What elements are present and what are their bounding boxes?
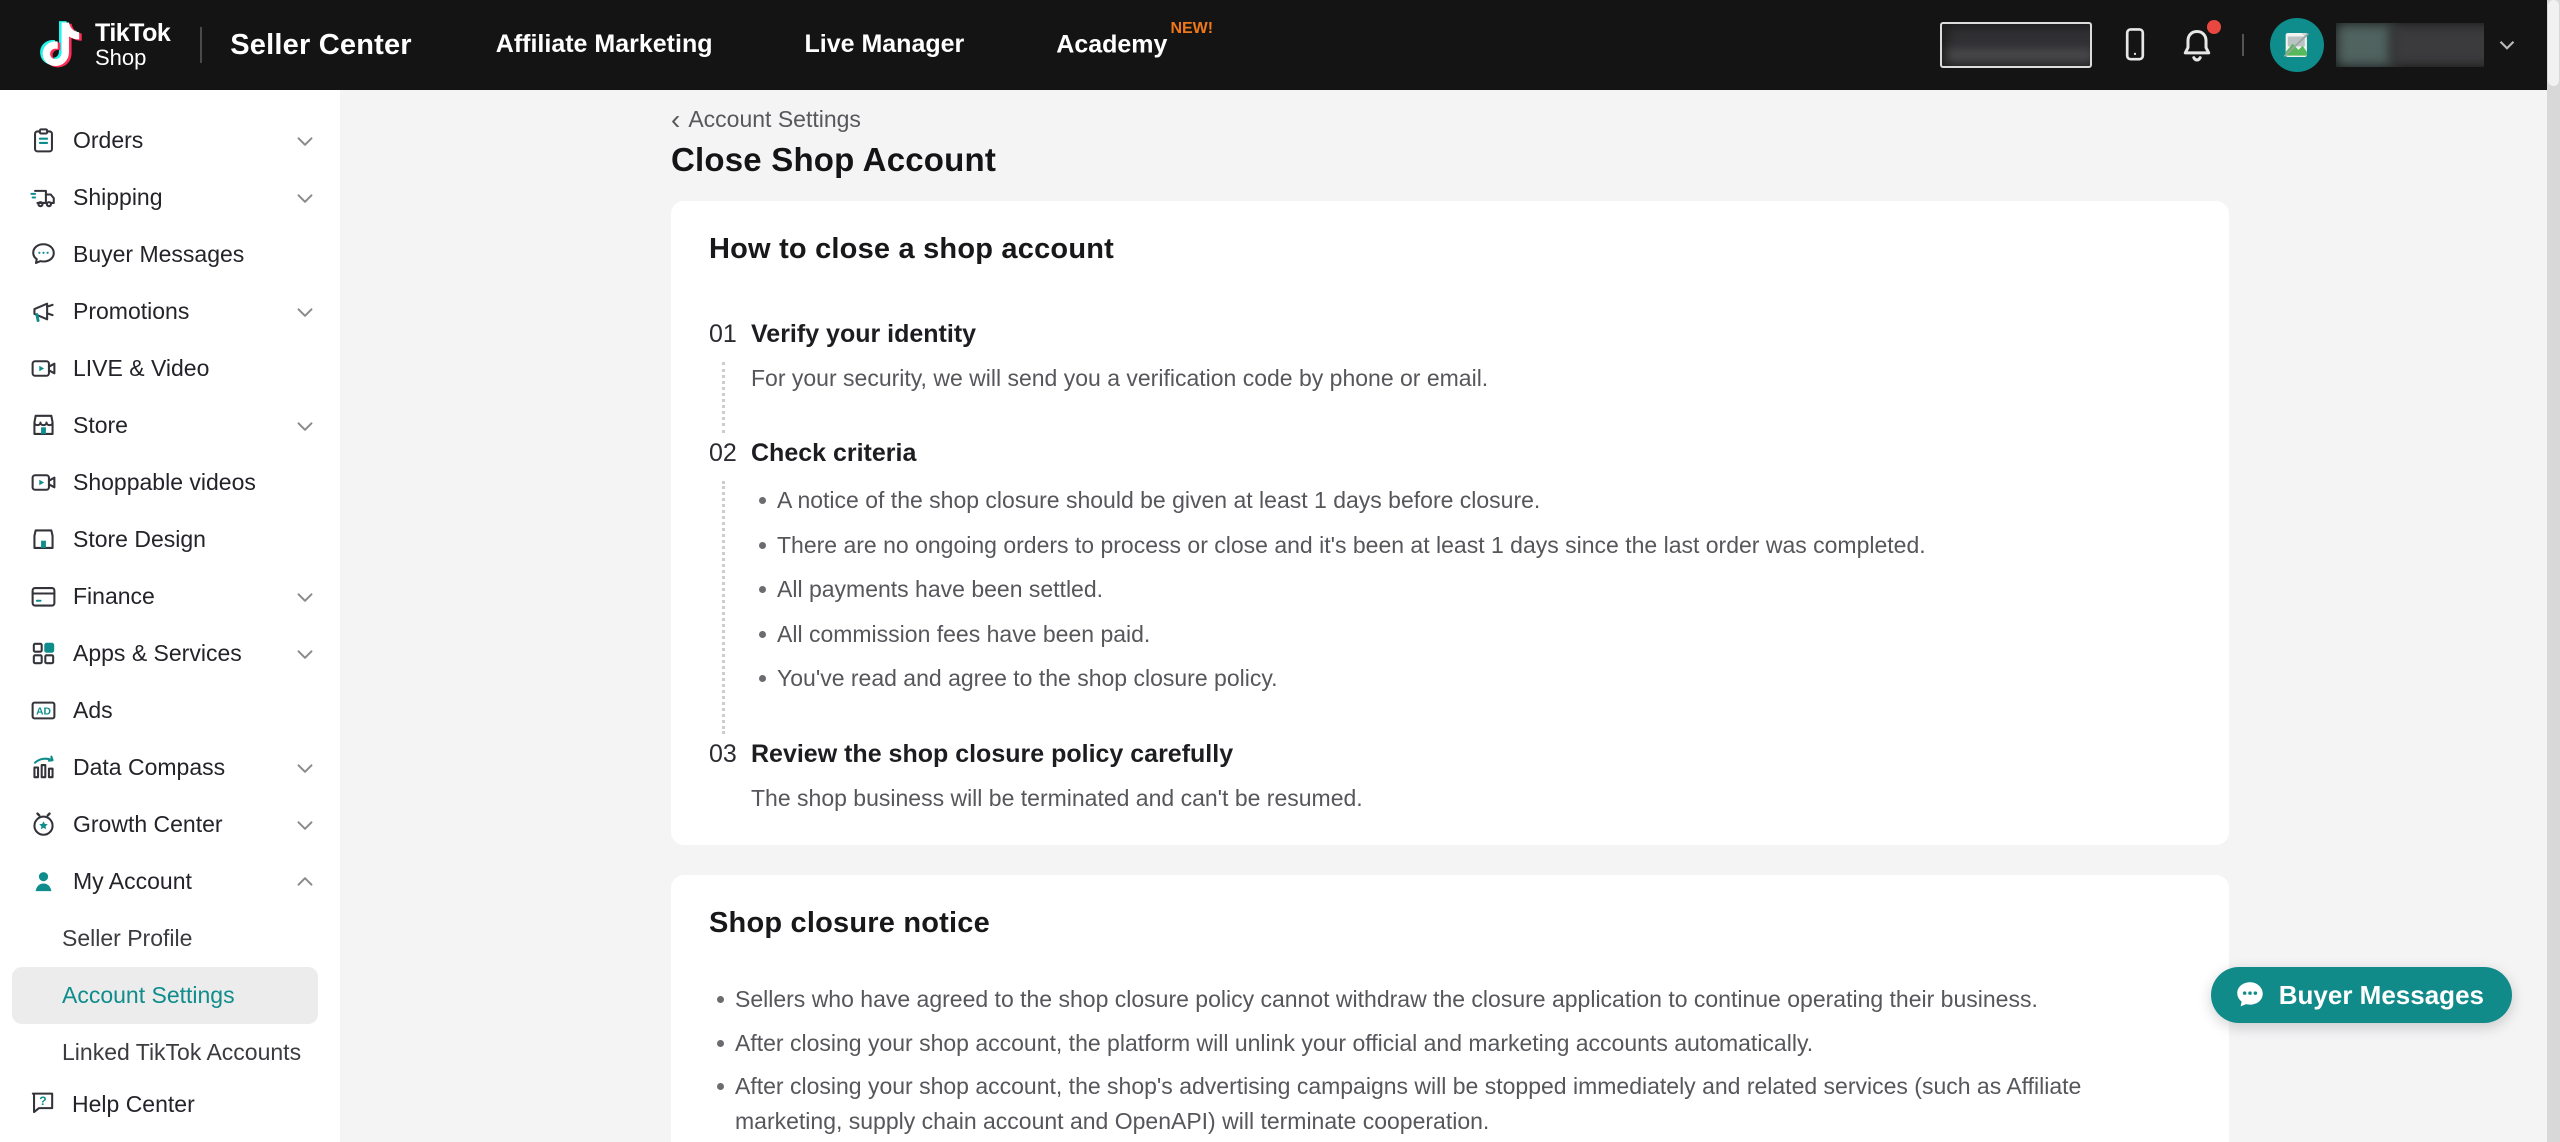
sidebar-item-shoppable-videos[interactable]: Shoppable videos bbox=[0, 454, 340, 511]
sidebar-item-store[interactable]: Store bbox=[0, 397, 340, 454]
bell-icon[interactable] bbox=[2178, 24, 2216, 66]
step-bullet-list: A notice of the shop closure should be g… bbox=[751, 483, 2191, 696]
header-right-cluster bbox=[1940, 18, 2520, 72]
logo-wordmark: TikTok Shop bbox=[95, 21, 170, 69]
step-number: 03 bbox=[709, 740, 737, 769]
top-nav-live-manager[interactable]: Live Manager bbox=[804, 30, 964, 59]
tiktok-shop-logo[interactable]: TikTok Shop bbox=[33, 16, 170, 74]
data-compass-icon bbox=[28, 753, 58, 783]
sidebar-item-store-design[interactable]: Store Design bbox=[0, 511, 340, 568]
chat-bubble-icon bbox=[2233, 978, 2267, 1012]
top-header: TikTok Shop Seller Center Affiliate Mark… bbox=[0, 0, 2560, 90]
store-icon bbox=[28, 411, 58, 441]
sidebar-subitem-seller-profile[interactable]: Seller Profile bbox=[0, 910, 340, 967]
buyer-messages-float-button[interactable]: Buyer Messages bbox=[2211, 967, 2512, 1023]
sidebar-item-growth-center[interactable]: Growth Center bbox=[0, 796, 340, 853]
step-description: For your security, we will send you a ve… bbox=[751, 362, 2191, 395]
step-number: 01 bbox=[709, 320, 737, 349]
how-to-close-card: How to close a shop account 01 Verify you… bbox=[671, 201, 2229, 845]
step-number: 02 bbox=[709, 439, 737, 468]
help-center-icon: ? bbox=[28, 1087, 57, 1121]
chevron-up-icon bbox=[292, 869, 318, 895]
sidebar-item-apps-services[interactable]: Apps & Services bbox=[0, 625, 340, 682]
chevron-down-icon bbox=[292, 413, 318, 439]
sidebar-item-buyer-messages[interactable]: Buyer Messages bbox=[0, 226, 340, 283]
chevron-down-icon bbox=[292, 755, 318, 781]
step-title: Review the shop closure policy carefully bbox=[751, 740, 2191, 769]
avatar bbox=[2270, 18, 2324, 72]
shoppable-videos-icon bbox=[28, 468, 58, 498]
step-title: Check criteria bbox=[751, 439, 2191, 468]
account-menu[interactable] bbox=[2270, 18, 2520, 72]
tiktok-note-icon bbox=[33, 16, 85, 74]
sidebar-item-finance[interactable]: Finance bbox=[0, 568, 340, 625]
header-divider bbox=[200, 27, 202, 63]
sidebar-item-orders[interactable]: Orders bbox=[0, 112, 340, 169]
my-account-icon bbox=[28, 867, 58, 897]
page-scrollbar[interactable] bbox=[2547, 0, 2560, 1142]
ads-icon: AD bbox=[28, 696, 58, 726]
product-name: Seller Center bbox=[230, 29, 412, 62]
chevron-down-icon bbox=[292, 185, 318, 211]
sidebar-item-ads[interactable]: ADAds bbox=[0, 682, 340, 739]
criteria-bullet: All commission fees have been paid. bbox=[751, 617, 2191, 652]
top-nav: Affiliate Marketing Live Manager AcademyNE… bbox=[496, 30, 1213, 59]
sidebar-item-shipping[interactable]: Shipping bbox=[0, 169, 340, 226]
sidebar-item-promotions[interactable]: Promotions bbox=[0, 283, 340, 340]
chevron-down-icon bbox=[292, 584, 318, 610]
store-design-icon bbox=[28, 525, 58, 555]
criteria-bullet: A notice of the shop closure should be g… bbox=[751, 483, 2191, 518]
chevron-left-icon: ‹ bbox=[671, 110, 680, 130]
scrollbar-thumb[interactable] bbox=[2548, 0, 2559, 86]
chevron-down-icon bbox=[292, 299, 318, 325]
notice-card-heading: Shop closure notice bbox=[709, 907, 2191, 940]
svg-text:?: ? bbox=[39, 1094, 46, 1108]
notice-bullet: After closing your shop account, the sho… bbox=[709, 1069, 2191, 1138]
criteria-bullet: All payments have been settled. bbox=[751, 572, 2191, 607]
breadcrumb-back-link[interactable]: ‹ Account Settings bbox=[671, 106, 861, 133]
step-description: The shop business will be terminated and… bbox=[751, 782, 2191, 815]
growth-center-icon bbox=[28, 810, 58, 840]
shipping-icon bbox=[28, 183, 58, 213]
notification-dot bbox=[2207, 20, 2221, 34]
account-name-redacted bbox=[2336, 23, 2484, 67]
promotions-icon bbox=[28, 297, 58, 327]
notice-bullet: Sellers who have agreed to the shop clos… bbox=[709, 982, 2191, 1017]
orders-icon bbox=[28, 126, 58, 156]
page-title: Close Shop Account bbox=[671, 141, 2229, 179]
closure-step-01: 01 Verify your identity For your security,… bbox=[709, 320, 2191, 395]
top-nav-affiliate-marketing[interactable]: Affiliate Marketing bbox=[496, 30, 713, 59]
closure-step-03: 03 Review the shop closure policy careful… bbox=[709, 740, 2191, 815]
how-card-heading: How to close a shop account bbox=[709, 233, 2191, 266]
notice-bullet: After closing your shop account, the pla… bbox=[709, 1026, 2191, 1061]
criteria-bullet: There are no ongoing orders to process o… bbox=[751, 528, 2191, 563]
mobile-phone-icon[interactable] bbox=[2118, 25, 2152, 65]
shop-closure-notice-card: Shop closure notice Sellers who have agr… bbox=[671, 875, 2229, 1142]
step-title: Verify your identity bbox=[751, 320, 2191, 349]
chevron-down-icon bbox=[2494, 32, 2520, 58]
sidebar-item-help-center[interactable]: ? Help Center bbox=[0, 1066, 340, 1142]
sidebar-item-live-video[interactable]: LIVE & Video bbox=[0, 340, 340, 397]
criteria-bullet: You've read and agree to the shop closur… bbox=[751, 661, 2191, 696]
header-divider-2 bbox=[2242, 34, 2244, 56]
search-input[interactable] bbox=[1940, 22, 2092, 68]
closure-step-02: 02 Check criteria A notice of the shop clo… bbox=[709, 439, 2191, 696]
chevron-down-icon bbox=[292, 128, 318, 154]
chevron-down-icon bbox=[292, 812, 318, 838]
new-badge: NEW! bbox=[1170, 20, 1213, 37]
top-nav-academy[interactable]: AcademyNEW! bbox=[1056, 30, 1213, 59]
finance-icon bbox=[28, 582, 58, 612]
svg-text:AD: AD bbox=[36, 707, 51, 718]
sidebar: OrdersShippingBuyer MessagesPromotionsLI… bbox=[0, 90, 340, 1142]
chevron-down-icon bbox=[292, 641, 318, 667]
sidebar-item-data-compass[interactable]: Data Compass bbox=[0, 739, 340, 796]
sidebar-item-my-account[interactable]: My Account bbox=[0, 853, 340, 910]
buyer-messages-icon bbox=[28, 240, 58, 270]
sidebar-subitem-account-settings[interactable]: Account Settings bbox=[12, 967, 318, 1024]
apps-services-icon bbox=[28, 639, 58, 669]
live-video-icon bbox=[28, 354, 58, 384]
